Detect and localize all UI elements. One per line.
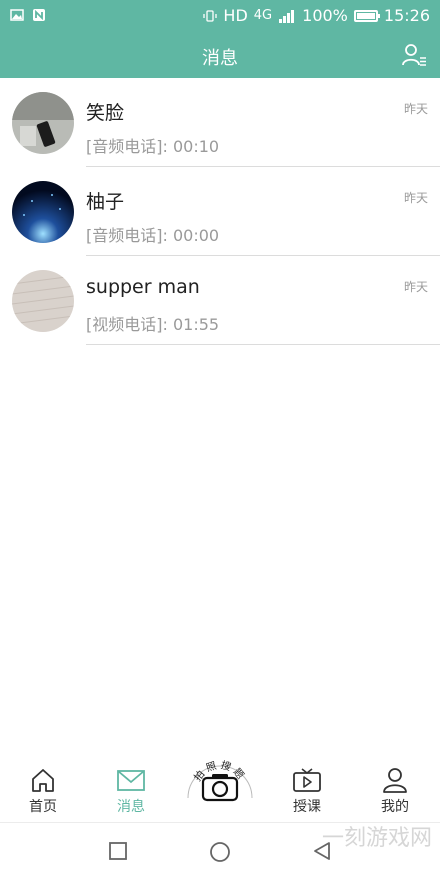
list-item[interactable]: 笑脸 [音频电话]: 00:10 昨天	[0, 78, 440, 167]
contact-name: 柚子	[86, 191, 125, 213]
battery-fill	[356, 12, 375, 19]
signal-icon	[279, 9, 295, 23]
tab-home-label: 首页	[29, 799, 57, 815]
signal-type-label: 4G	[253, 8, 273, 23]
clock: 15:26	[383, 6, 430, 25]
contact-name: supper man	[86, 276, 200, 298]
message-time: 昨天	[403, 102, 428, 116]
tv-play-icon	[293, 768, 321, 792]
tab-messages-label: 消息	[117, 799, 145, 815]
avatar	[12, 270, 74, 332]
list-item[interactable]: 柚子 [音频电话]: 00:00 昨天	[0, 167, 440, 256]
list-item[interactable]: supper man [视频电话]: 01:55 昨天	[0, 256, 440, 345]
tab-home[interactable]: 首页	[8, 766, 78, 816]
tab-messages[interactable]: 消息	[96, 766, 166, 816]
message-preview: [视频电话]: 01:55	[86, 315, 220, 334]
tab-lessons-label: 授课	[293, 799, 321, 815]
n-app-icon	[33, 9, 45, 21]
battery-percent: 100%	[302, 6, 348, 25]
notification-icons	[10, 8, 46, 22]
message-time: 昨天	[403, 191, 428, 205]
battery-icon	[353, 9, 380, 22]
status-bar: HD 4G 100% 15:26	[0, 0, 440, 32]
mail-icon	[117, 770, 145, 791]
contacts-icon[interactable]	[400, 41, 428, 69]
vibrate-icon	[203, 9, 218, 22]
recents-button[interactable]	[108, 841, 128, 861]
conversation-list: 笑脸 [音频电话]: 00:10 昨天 柚子 [音频电话]: 00:00 昨天 …	[0, 78, 440, 345]
photo-search-button[interactable]: 拍照搜题	[185, 748, 255, 808]
avatar	[12, 92, 74, 154]
home-icon	[32, 769, 54, 792]
watermark: 一刻游戏网	[321, 826, 432, 851]
home-button[interactable]	[209, 841, 231, 863]
gallery-icon	[10, 9, 24, 21]
header: 消息	[0, 32, 440, 78]
network-label: HD	[223, 6, 248, 25]
message-preview: [音频电话]: 00:00	[86, 226, 220, 245]
tab-mine-label: 我的	[381, 799, 409, 815]
message-preview: [音频电话]: 00:10	[86, 137, 220, 156]
divider	[86, 344, 440, 345]
contact-name: 笑脸	[86, 102, 125, 124]
message-time: 昨天	[403, 280, 428, 294]
tab-lessons[interactable]: 授课	[272, 766, 342, 816]
tab-mine[interactable]: 我的	[360, 766, 430, 816]
page-title: 消息	[202, 48, 238, 69]
user-icon	[383, 768, 407, 793]
avatar	[12, 181, 74, 243]
